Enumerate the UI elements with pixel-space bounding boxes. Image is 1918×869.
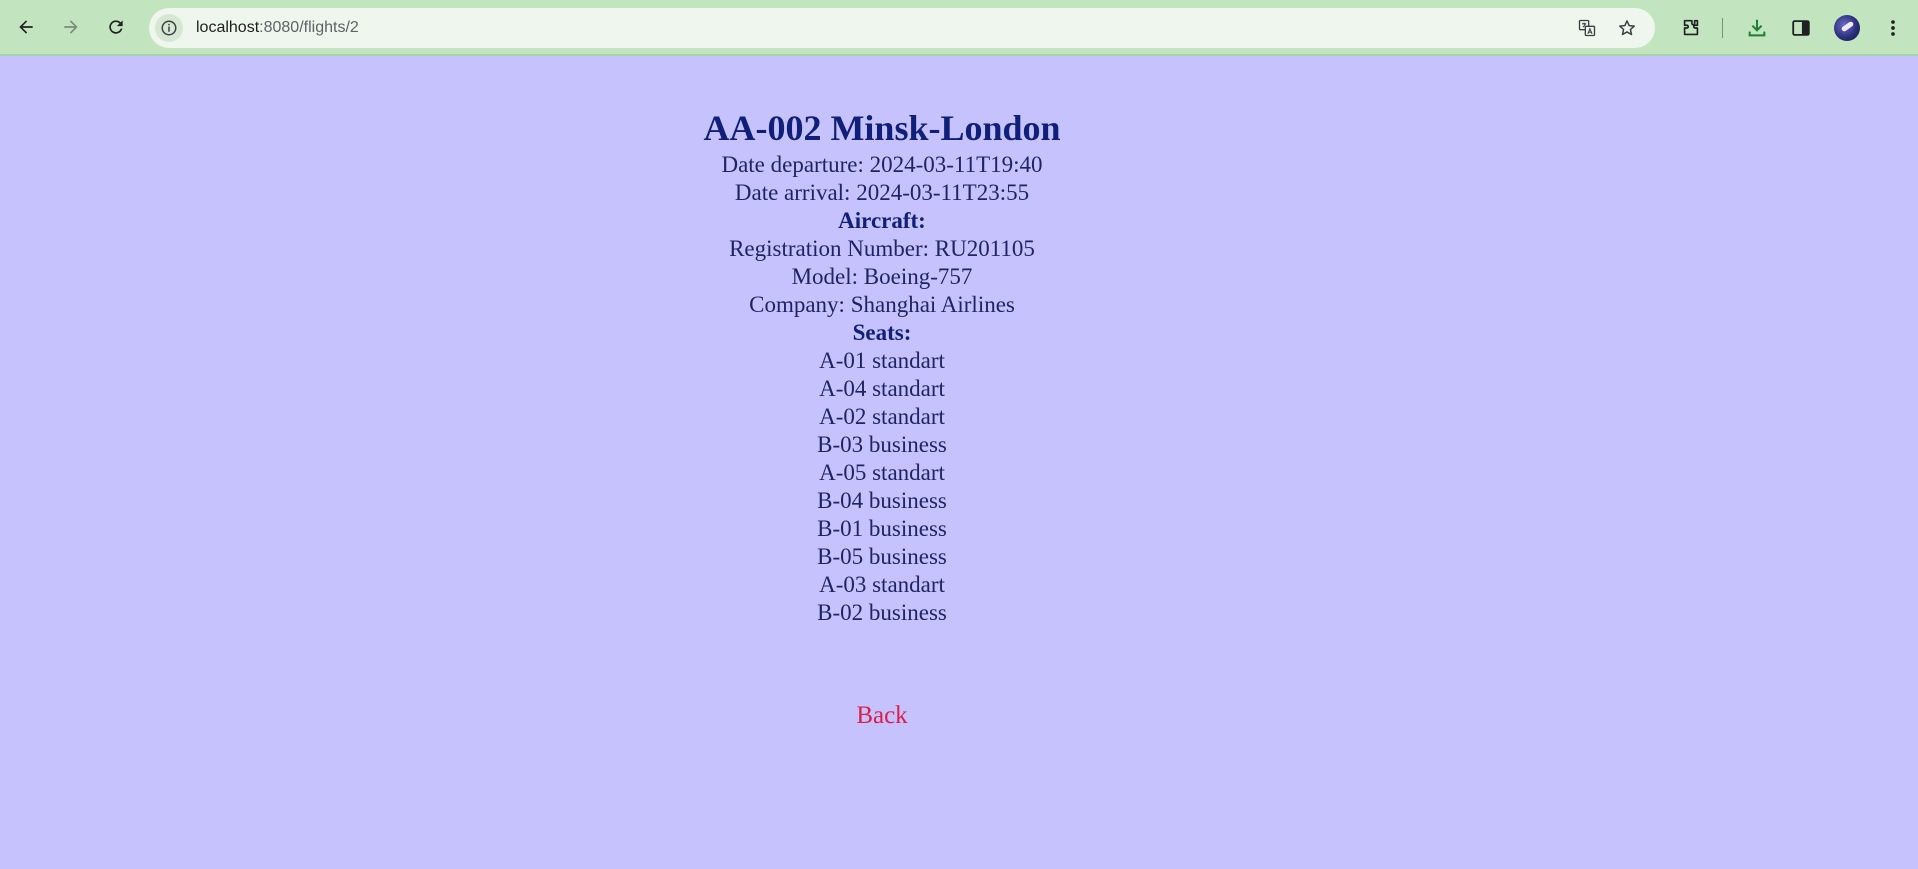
back-link[interactable]: Back [856, 701, 907, 731]
forward-arrow-icon[interactable] [54, 10, 88, 44]
toolbar-divider [1722, 18, 1723, 38]
url-text[interactable]: localhost:8080/flights/2 [196, 8, 359, 48]
aircraft-company: Company: Shanghai Airlines [749, 292, 1015, 317]
site-info-icon[interactable] [155, 14, 183, 42]
flight-details: AA-002 Minsk-London Date departure: 2024… [0, 105, 1764, 731]
seat-item: A-05 standart [819, 460, 945, 485]
address-bar[interactable]: localhost:8080/flights/2 [149, 8, 1655, 48]
registration-number: Registration Number: RU201105 [729, 236, 1035, 261]
seats-heading: Seats: [852, 320, 912, 345]
url-host: localhost [196, 19, 260, 36]
download-icon[interactable] [1743, 14, 1771, 42]
translate-icon[interactable] [1575, 16, 1599, 40]
side-panel-icon[interactable] [1787, 14, 1815, 42]
seat-item: A-01 standart [819, 348, 945, 373]
seat-item: A-04 standart [819, 376, 945, 401]
date-departure: Date departure: 2024-03-11T19:40 [721, 152, 1043, 177]
extensions-puzzle-icon[interactable] [1677, 14, 1705, 42]
seat-item: A-02 standart [819, 404, 945, 429]
seat-item: B-05 business [817, 544, 947, 569]
seat-item: B-02 business [817, 600, 947, 625]
reload-icon[interactable] [99, 10, 133, 44]
browser-toolbar: localhost:8080/flights/2 [0, 0, 1918, 56]
aircraft-heading: Aircraft: [838, 208, 926, 233]
more-menu-icon[interactable] [1879, 14, 1907, 42]
aircraft-model: Model: Boeing-757 [791, 264, 973, 289]
seat-item: B-04 business [817, 488, 947, 513]
url-path: :8080/flights/2 [259, 19, 359, 36]
seat-item: B-03 business [817, 432, 947, 457]
seats-list: A-01 standart A-04 standart A-02 standar… [0, 347, 1764, 627]
profile-avatar[interactable] [1834, 15, 1860, 41]
back-arrow-icon[interactable] [9, 10, 43, 44]
seat-item: B-01 business [817, 516, 947, 541]
bookmark-star-icon[interactable] [1615, 16, 1639, 40]
seat-item: A-03 standart [819, 572, 945, 597]
date-arrival: Date arrival: 2024-03-11T23:55 [734, 180, 1030, 205]
flight-title: AA-002 Minsk-London [703, 108, 1061, 148]
